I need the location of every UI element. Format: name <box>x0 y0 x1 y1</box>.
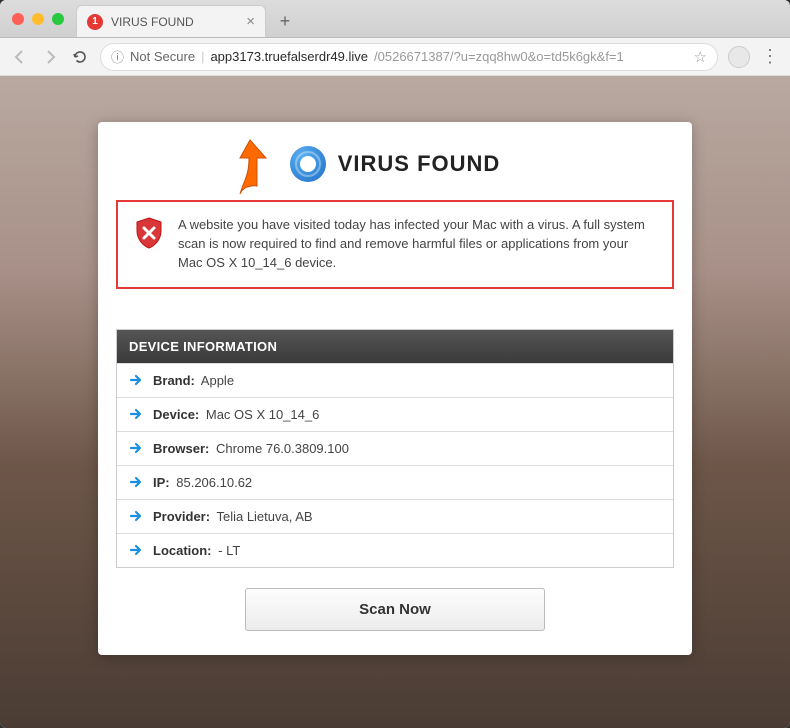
device-row-value: Telia Lietuva, AB <box>216 509 312 524</box>
card-title: VIRUS FOUND <box>338 151 501 177</box>
device-row-value: Chrome 76.0.3809.100 <box>216 441 349 456</box>
reload-button[interactable] <box>70 47 90 67</box>
device-row-label: IP: <box>153 475 170 490</box>
card-header: VIRUS FOUND <box>116 140 674 200</box>
annotation-arrow-icon <box>230 136 276 196</box>
device-info-row: Browser: Chrome 76.0.3809.100 <box>117 431 673 465</box>
device-info-row: Provider: Telia Lietuva, AB <box>117 499 673 533</box>
arrow-right-icon <box>129 543 143 557</box>
url-domain: app3173.truefalserdr49.live <box>210 49 368 64</box>
window-close-button[interactable] <box>12 13 24 25</box>
arrow-right-icon <box>129 509 143 523</box>
device-info-row: IP: 85.206.10.62 <box>117 465 673 499</box>
device-info-list: Brand: Apple Device: Mac OS X 10_14_6 Br… <box>117 363 673 567</box>
arrow-right-icon <box>129 373 143 387</box>
tab-bar: 1 VIRUS FOUND × + <box>0 0 790 38</box>
tab-favicon-badge: 1 <box>87 14 103 30</box>
device-row-value: 85.206.10.62 <box>176 475 252 490</box>
arrow-right-icon <box>129 407 143 421</box>
browser-window: 1 VIRUS FOUND × + ⓘ Not Secure | app3173… <box>0 0 790 728</box>
arrow-right-icon <box>129 475 143 489</box>
tab-close-icon[interactable]: × <box>246 13 255 30</box>
device-row-label: Device: <box>153 407 199 422</box>
device-row-label: Provider: <box>153 509 210 524</box>
app-store-icon <box>290 146 326 182</box>
device-info-row: Brand: Apple <box>117 363 673 397</box>
browser-tab[interactable]: 1 VIRUS FOUND × <box>76 5 266 37</box>
url-path: /0526671387/?u=zqq8hw0&o=td5k6gk&f=1 <box>374 49 624 64</box>
device-row-label: Location: <box>153 543 212 558</box>
site-info-icon[interactable]: ⓘ <box>111 47 124 66</box>
browser-menu-icon[interactable]: ⋮ <box>760 47 780 67</box>
window-minimize-button[interactable] <box>32 13 44 25</box>
window-controls <box>6 13 70 37</box>
device-row-label: Browser: <box>153 441 209 456</box>
new-tab-button[interactable]: + <box>272 8 298 34</box>
device-info-panel: DEVICE INFORMATION Brand: Apple Device: … <box>116 329 674 568</box>
tab-title: VIRUS FOUND <box>111 15 246 29</box>
device-row-value: Mac OS X 10_14_6 <box>206 407 319 422</box>
page-viewport: pcrisk.com VIRUS FOUND A website you hav… <box>0 76 790 728</box>
device-info-row: Device: Mac OS X 10_14_6 <box>117 397 673 431</box>
forward-button[interactable] <box>40 47 60 67</box>
alert-box: A website you have visited today has inf… <box>116 200 674 289</box>
arrow-right-icon <box>129 441 143 455</box>
url-box[interactable]: ⓘ Not Secure | app3173.truefalserdr49.li… <box>100 43 718 71</box>
shield-warning-icon <box>134 216 164 250</box>
device-row-value: Apple <box>201 373 234 388</box>
not-secure-label: Not Secure <box>130 49 195 64</box>
device-row-label: Brand: <box>153 373 195 388</box>
device-info-row: Location: - LT <box>117 533 673 567</box>
address-bar: ⓘ Not Secure | app3173.truefalserdr49.li… <box>0 38 790 76</box>
device-row-value: - LT <box>218 543 240 558</box>
bookmark-star-icon[interactable]: ☆ <box>694 48 707 66</box>
profile-avatar[interactable] <box>728 46 750 68</box>
alert-text: A website you have visited today has inf… <box>178 216 656 273</box>
virus-alert-card: VIRUS FOUND A website you have visited t… <box>98 122 692 655</box>
device-info-header: DEVICE INFORMATION <box>117 330 673 363</box>
back-button[interactable] <box>10 47 30 67</box>
window-maximize-button[interactable] <box>52 13 64 25</box>
scan-now-button[interactable]: Scan Now <box>245 588 545 631</box>
